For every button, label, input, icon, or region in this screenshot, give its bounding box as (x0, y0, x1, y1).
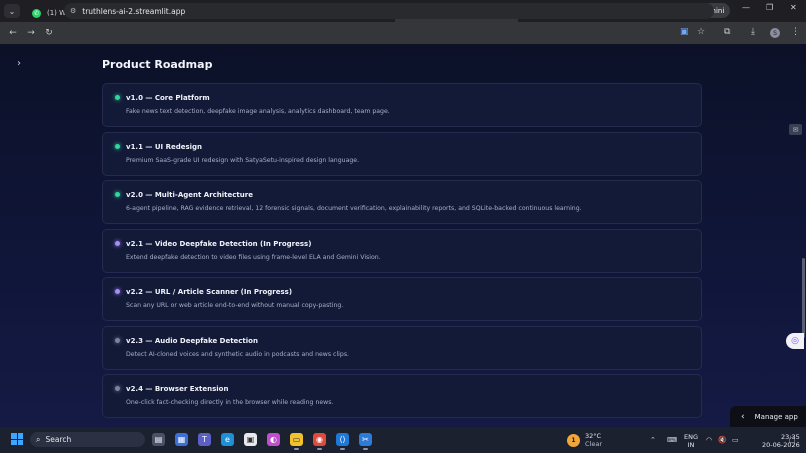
region-code: IN (687, 441, 695, 449)
site-info-icon[interactable]: ⚙ (70, 7, 76, 15)
page-title: Product Roadmap (102, 58, 213, 71)
roadmap-title: v2.2 — URL / Article Scanner (In Progres… (126, 288, 293, 296)
roadmap-list: v1.0 — Core Platform Fake news text detec… (102, 83, 702, 423)
app-viewport: › Product Roadmap v1.0 — Core Platform Fa… (0, 44, 806, 427)
file-explorer-icon[interactable]: ▭ (290, 433, 303, 450)
profile-avatar[interactable]: S (770, 28, 780, 38)
snipping-tool-icon[interactable]: ✂ (359, 433, 372, 450)
roadmap-title: v2.4 — Browser Extension (126, 385, 229, 393)
minimize-button[interactable]: — (742, 3, 750, 12)
reload-button[interactable]: ↻ (40, 28, 58, 38)
roadmap-card: v2.0 — Multi-Agent Architecture 6-agent p… (102, 180, 702, 224)
language-indicator[interactable]: ENG IN (684, 433, 698, 449)
store-icon[interactable]: ▣ (244, 433, 257, 446)
weather-temp: 32°C (585, 432, 602, 440)
back-button[interactable]: ← (4, 28, 22, 38)
task-view-icon[interactable]: ▤ (152, 433, 165, 446)
roadmap-title: v1.0 — Core Platform (126, 94, 210, 102)
battery-icon[interactable]: ▭ (732, 436, 739, 444)
manage-app-button[interactable]: ‹ Manage app (730, 406, 806, 427)
whatsapp-icon: ✆ (32, 8, 41, 18)
wifi-icon[interactable]: ◠ (706, 436, 712, 444)
roadmap-title: v2.1 — Video Deepfake Detection (In Prog… (126, 239, 312, 248)
roadmap-description: Scan any URL or web article end-to-end w… (126, 302, 344, 309)
status-dot (115, 240, 120, 246)
cast-icon[interactable]: ▣ (680, 27, 689, 37)
status-dot (115, 143, 120, 149)
copilot-app-icon[interactable]: ◐ (267, 433, 280, 446)
teams-icon[interactable]: T (198, 433, 211, 446)
chevron-left-icon: ‹ (741, 411, 745, 422)
language-code: ENG (684, 433, 699, 441)
edge-icon[interactable]: e (221, 433, 234, 446)
weather-desc: Clear (585, 440, 602, 448)
roadmap-card: v2.2 — URL / Article Scanner (In Progres… (102, 277, 702, 321)
notifications-icon[interactable]: ▢ (789, 436, 796, 444)
weather-sun-icon: 1 (567, 433, 580, 447)
roadmap-description: 6-agent pipeline, RAG evidence retrieval… (126, 205, 582, 212)
roadmap-card: v2.3 — Audio Deepfake Detection Detect AI… (102, 325, 702, 370)
weather-widget[interactable]: 1 32°C Clear (567, 432, 602, 448)
browser-menu-icon[interactable]: ⋮ (791, 27, 800, 37)
copilot-icon[interactable]: ◎ (786, 333, 804, 349)
chevron-up-icon[interactable]: ⌃ (650, 436, 656, 444)
taskbar-search-label: Search (45, 435, 72, 444)
roadmap-description: Premium SaaS-grade UI redesign with Saty… (126, 156, 360, 164)
download-icon[interactable]: ⤓ (751, 27, 755, 37)
status-dot (115, 192, 120, 197)
forward-button[interactable]: → (22, 28, 40, 38)
chrome-icon[interactable]: ◉ (313, 433, 326, 450)
bookmark-star-icon[interactable]: ☆ (697, 27, 705, 37)
status-dot (115, 289, 120, 294)
windows-start-icon[interactable] (11, 433, 23, 445)
speaker-muted-icon[interactable]: 🔇 (718, 436, 727, 444)
roadmap-card: v2.4 — Browser Extension One-click fact-c… (102, 374, 702, 418)
taskbar-search[interactable]: ⌕ Search (30, 432, 145, 447)
roadmap-description: Detect AI-cloned voices and synthetic au… (126, 350, 350, 358)
roadmap-card: v1.0 — Core Platform Fake news text detec… (102, 83, 702, 127)
roadmap-title: v2.3 — Audio Deepfake Detection (126, 336, 258, 345)
sidebar-expand-chevron-icon[interactable]: › (17, 58, 21, 69)
status-dot (115, 337, 120, 343)
roadmap-description: Extend deepfake detection to video files… (126, 253, 381, 261)
extensions-icon[interactable]: ⧉ (724, 27, 730, 37)
url-text: truthlens-ai-2.streamlit.app (82, 6, 186, 16)
status-dot (115, 386, 120, 391)
close-window-button[interactable]: ✕ (790, 3, 797, 12)
roadmap-card: v1.1 — UI Redesign Premium SaaS-grade UI … (102, 131, 702, 176)
restore-button[interactable]: ❐ (766, 3, 773, 12)
manage-app-label: Manage app (754, 412, 798, 421)
tab-search-button[interactable]: ⌄ (4, 4, 20, 18)
roadmap-card: v2.1 — Video Deepfake Detection (In Prog… (102, 228, 702, 273)
roadmap-title: v2.0 — Multi-Agent Architecture (126, 191, 253, 199)
scrollbar-thumb[interactable] (802, 258, 805, 338)
roadmap-description: Fake news text detection, deepfake image… (126, 108, 390, 115)
address-bar[interactable]: ⚙ truthlens-ai-2.streamlit.app (64, 3, 714, 19)
roadmap-description: One-click fact-checking directly in the … (126, 399, 334, 406)
side-panel-toggle-icon[interactable]: ✉ (789, 124, 802, 135)
keyboard-icon[interactable]: ⌨ (667, 436, 677, 444)
vscode-icon[interactable]: ⟨⟩ (336, 433, 349, 450)
status-dot (115, 95, 120, 100)
widgets-icon[interactable]: ▦ (175, 433, 188, 446)
roadmap-title: v1.1 — UI Redesign (126, 142, 203, 151)
search-icon: ⌕ (36, 434, 41, 444)
